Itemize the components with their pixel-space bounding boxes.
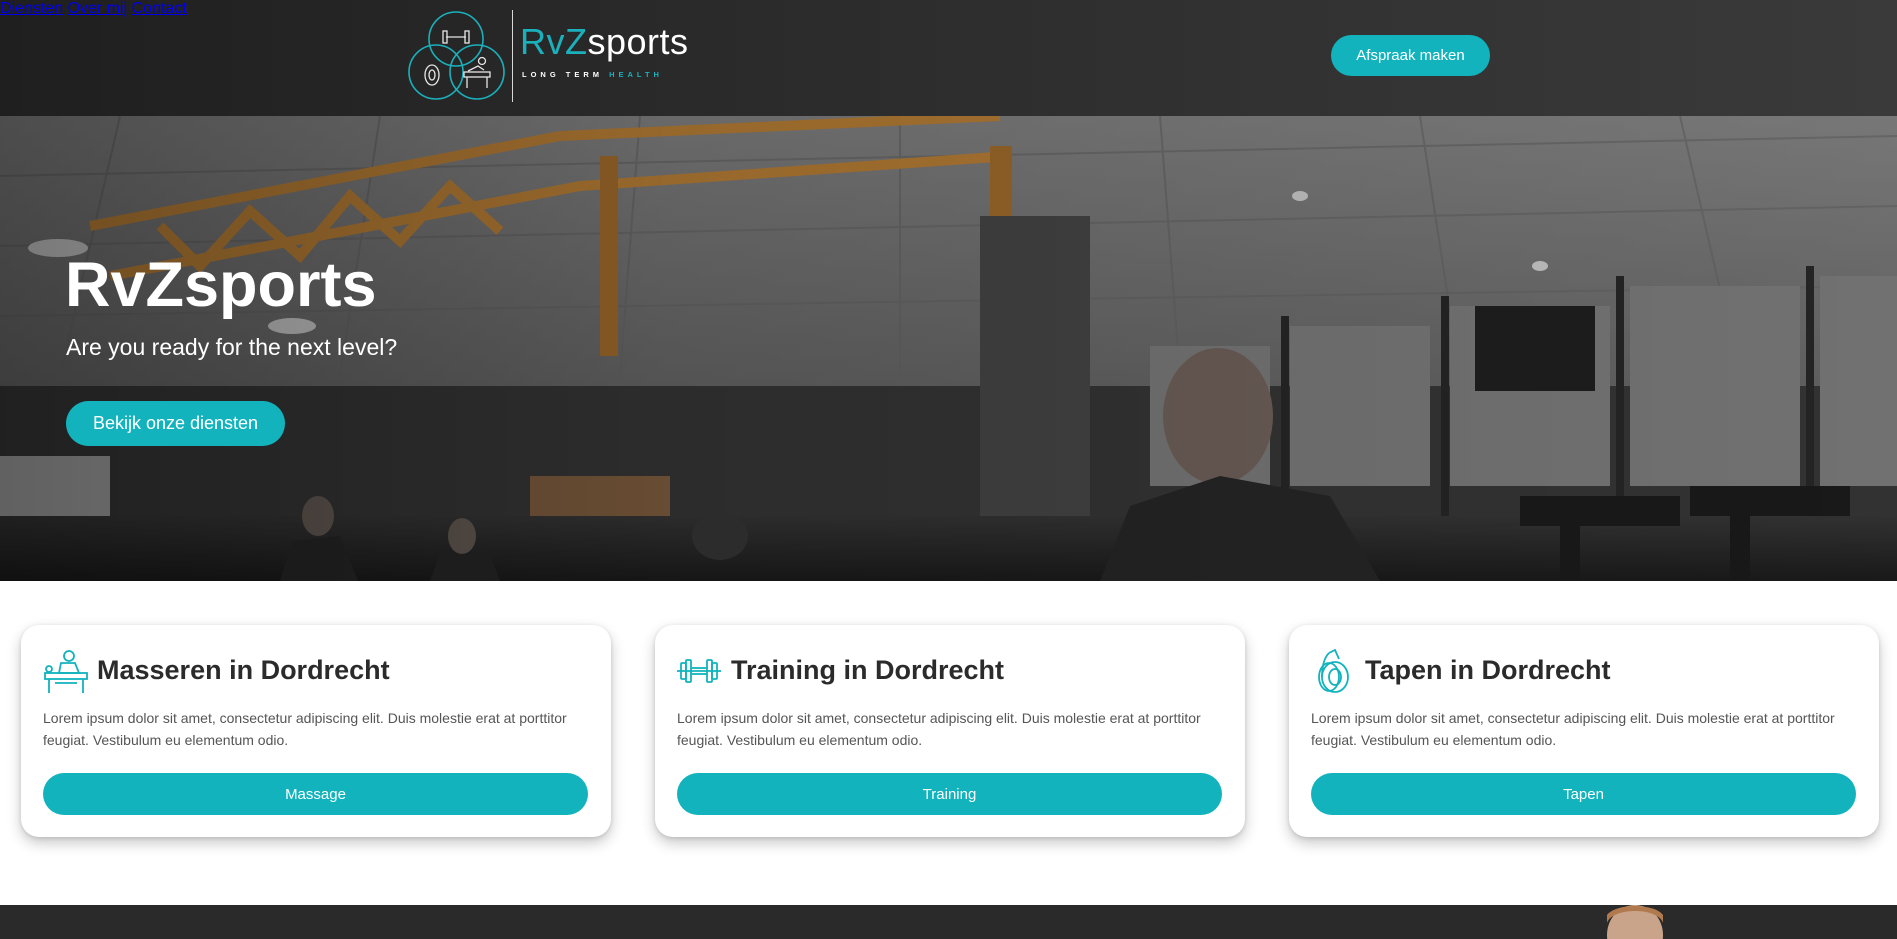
massage-button[interactable]: Massage <box>43 773 588 815</box>
brand-tagline: LONG TERM HEALTH <box>522 70 663 79</box>
card-title: Training in Dordrecht <box>731 655 1005 685</box>
card-title: Masseren in Dordrecht <box>97 655 390 685</box>
hero-title: RvZsports <box>65 250 377 320</box>
nav-item-over-mij[interactable]: Over mij <box>68 0 128 17</box>
training-button[interactable]: Training <box>677 773 1222 815</box>
bekijk-diensten-button[interactable]: Bekijk onze diensten <box>66 401 285 446</box>
logo-circles-icon <box>408 11 505 100</box>
brand-name-rest: sports <box>587 21 689 62</box>
service-card-tapen: Tapen in Dordrecht Lorem ipsum dolor sit… <box>1289 625 1879 837</box>
card-title: Tapen in Dordrecht <box>1365 655 1611 685</box>
service-card-training: Training in Dordrecht Lorem ipsum dolor … <box>655 625 1245 837</box>
hero-subtitle: Are you ready for the next level? <box>66 334 398 360</box>
nav-item-contact[interactable]: Contact <box>132 0 187 17</box>
brand-name: RvZsports <box>520 24 689 60</box>
brand-tagline-accent: HEALTH <box>609 70 663 79</box>
logo-divider <box>512 10 513 102</box>
service-card-massage: Masseren in Dordrecht Lorem ipsum dolor … <box>21 625 611 837</box>
site-header: RvZsports LONG TERM HEALTH Diensten Over… <box>0 0 1897 116</box>
afspraak-maken-button[interactable]: Afspraak maken <box>1331 35 1490 76</box>
tapen-button[interactable]: Tapen <box>1311 773 1856 815</box>
logo[interactable]: RvZsports LONG TERM HEALTH <box>408 8 688 104</box>
portrait-photo <box>1594 905 1676 939</box>
nav-item-diensten[interactable]: Diensten <box>0 0 63 17</box>
about-section-strip <box>0 905 1897 939</box>
card-text: Lorem ipsum dolor sit amet, consectetur … <box>1311 710 1835 748</box>
tape-roll-icon <box>1318 648 1349 693</box>
brand-name-accent: RvZ <box>520 21 588 62</box>
card-text: Lorem ipsum dolor sit amet, consectetur … <box>43 710 567 748</box>
brand-tagline-start: LONG TERM <box>522 70 610 79</box>
hero-section: RvZsports Are you ready for the next lev… <box>0 116 1897 581</box>
main-nav: Diensten Over mij Contact <box>0 0 1897 18</box>
massage-icon <box>44 650 88 693</box>
dumbbell-icon <box>677 659 721 683</box>
card-text: Lorem ipsum dolor sit amet, consectetur … <box>677 710 1201 748</box>
